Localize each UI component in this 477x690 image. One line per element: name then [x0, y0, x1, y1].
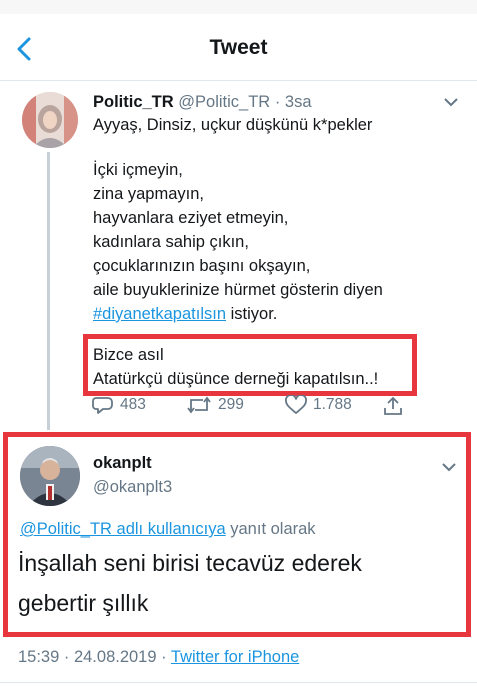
chevron-down-icon[interactable]	[442, 462, 456, 472]
highlight-line: Atatürkçü düşünce derneği kapatılsın..!	[93, 370, 379, 388]
top-bar: Tweet	[0, 14, 477, 81]
divider	[0, 682, 477, 683]
author-handle[interactable]: @Politic_TR	[178, 93, 270, 111]
source-link[interactable]: Twitter for iPhone	[171, 648, 299, 666]
hashtag-link[interactable]: #diyanetkapatılsın	[93, 305, 226, 323]
tweet-text-line: Ayyaş, Dinsiz, uçkur düşkünü k*pekler	[93, 116, 373, 134]
reply-text-line: gebertir şıllık	[18, 590, 149, 616]
reply-text-line: İnşallah seni birisi tecavüz ederek	[18, 550, 362, 576]
reply-button[interactable]: 483	[92, 395, 146, 415]
hashtag-suffix: istiyor.	[226, 305, 278, 323]
avatar-photo-icon	[20, 446, 80, 506]
reply-to-suffix: yanıt olarak	[225, 520, 316, 538]
reply-to-line: @Politic_TR adlı kullanıcıya yanıt olara…	[20, 520, 316, 539]
like-count: 1.788	[313, 396, 352, 413]
reply-author-name[interactable]: okanplt	[93, 454, 152, 473]
tweet-text-line: #diyanetkapatılsın istiyor.	[93, 305, 277, 324]
highlight-line: Bizce asıl	[93, 346, 164, 364]
tweet-text-line: zina yapmayın,	[93, 185, 204, 203]
retweet-button[interactable]: 299	[186, 395, 244, 415]
reply-to-link[interactable]: @Politic_TR adlı kullanıcıya	[20, 520, 226, 538]
reply-avatar[interactable]	[20, 446, 80, 506]
heart-icon	[285, 395, 307, 414]
tweet-footer: 15:39 · 24.08.2019 · Twitter for iPhone	[18, 648, 299, 667]
tweet-text-line: çocuklarınızın başını okşayın,	[93, 257, 311, 275]
reply-author-handle[interactable]: @okanplt3	[93, 478, 172, 497]
tweet-text-line: İçki içmeyin,	[93, 161, 183, 179]
reply-icon	[92, 397, 113, 414]
retweet-icon	[187, 396, 211, 414]
chevron-down-icon[interactable]	[444, 97, 458, 107]
timestamp: 15:39 · 24.08.2019 ·	[18, 648, 171, 666]
share-icon[interactable]	[383, 396, 403, 416]
tweet-time: · 3sa	[274, 93, 312, 111]
like-button[interactable]: 1.788	[285, 395, 352, 415]
tweet-header: Politic_TR @Politic_TR · 3sa	[93, 93, 312, 112]
tweet-text-line: hayvanlara eziyet etmeyin,	[93, 209, 289, 227]
tweet-text-line: aile buyuklerinize hürmet gösterin diyen	[93, 281, 383, 299]
author-name[interactable]: Politic_TR	[93, 93, 174, 111]
thread-connector	[47, 152, 50, 430]
retweet-count: 299	[218, 396, 244, 413]
tweet-text-line: kadınlara sahip çıkın,	[93, 233, 249, 251]
page-title: Tweet	[209, 36, 268, 59]
status-bar	[0, 0, 477, 14]
avatar-photo-icon	[22, 92, 78, 148]
avatar[interactable]	[22, 92, 78, 148]
reply-count: 483	[120, 396, 146, 413]
